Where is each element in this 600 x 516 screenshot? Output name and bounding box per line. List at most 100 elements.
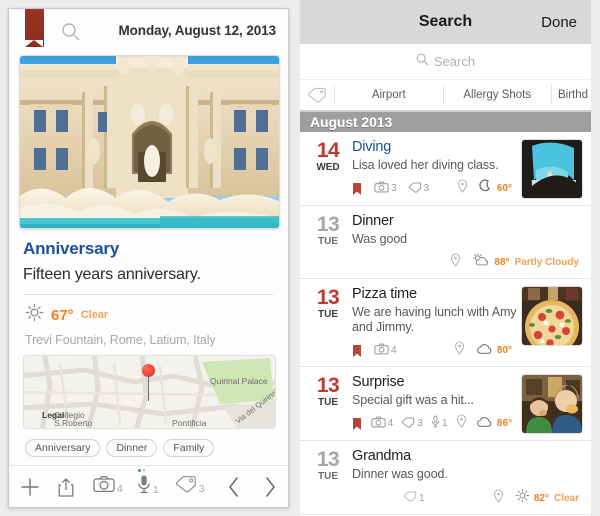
entry-content: Diving Lisa loved her diving class. 3 3 … (352, 139, 521, 199)
tag-count: 3 (198, 483, 205, 495)
bookmark-icon (352, 182, 362, 196)
entry-toolbar: 4 1 3 (9, 465, 288, 507)
tag-button[interactable]: 3 (175, 475, 205, 498)
entry-weekday: TUE (318, 471, 338, 482)
entry-title: Grandma (352, 448, 412, 464)
tag-icon (175, 475, 197, 498)
search-icon[interactable] (61, 22, 81, 47)
audio-meta: 1 (431, 415, 448, 433)
entry-date-block: 13 TUE (304, 448, 352, 508)
tag-chip[interactable]: Dinner (106, 439, 158, 457)
tag-icon (300, 87, 334, 103)
sun-icon (515, 488, 530, 508)
entry-meta-row: 1 82° Clear (352, 488, 579, 508)
svg-text:S.Roberto: S.Roberto (54, 418, 93, 428)
sun-icon (25, 303, 44, 327)
hero-photo-wrap (9, 55, 288, 229)
tag-meta: 3 (408, 180, 429, 198)
entry-thumbnail[interactable] (521, 286, 583, 346)
map-pin-icon (450, 253, 461, 272)
entry-meta-row: 3 3 60° (352, 179, 517, 198)
previous-entry-button[interactable] (226, 475, 242, 499)
entry-note: Special gift was a hit... (352, 393, 474, 407)
navigation-bar: Search Done (300, 0, 591, 44)
partly-cloudy-icon (472, 253, 490, 272)
share-button[interactable] (57, 477, 75, 497)
entry-weekday: TUE (318, 309, 338, 320)
entry-meta-row: 4 80° (352, 341, 517, 360)
entry-header: Monday, August 12, 2013 (9, 9, 288, 55)
tag-meta: 3 (401, 415, 423, 433)
done-button[interactable]: Done (541, 14, 577, 31)
camera-count: 4 (391, 345, 397, 356)
search-icon (416, 53, 429, 71)
entry-body: Anniversary Fifteen years anniversary. 6… (9, 229, 288, 457)
hero-photo[interactable] (19, 55, 280, 229)
search-result-row[interactable]: 13 TUE Dinner Was good 88° Partly Cloudy (300, 206, 591, 279)
entry-day: 13 (316, 374, 340, 397)
ribbon-bookmark-icon[interactable] (25, 9, 44, 47)
entry-content: Dinner Was good 88° Partly Cloudy (352, 213, 583, 272)
map-pin-icon (457, 179, 468, 198)
map-pin-icon (454, 341, 465, 360)
search-result-row[interactable]: 14 WED Diving Lisa loved her diving clas… (300, 132, 591, 206)
entry-content: Grandma Dinner was good. 1 82° Clear (352, 448, 583, 508)
tag-count: 1 (419, 492, 425, 504)
tag-tab-birthday[interactable]: Birthd (551, 85, 591, 105)
entry-condition: Partly Cloudy (514, 257, 579, 268)
camera-icon (93, 475, 115, 498)
bookmark-icon (352, 344, 362, 358)
entry-note: Was good (352, 232, 408, 246)
search-result-row[interactable]: 13 TUE Pizza time We are having lunch wi… (300, 279, 591, 367)
search-panel: Search Done Search Airport Allergy Shots (300, 0, 591, 516)
entry-content: Surprise Special gift was a hit... 4 3 1… (352, 374, 521, 434)
audio-button[interactable]: 1 (137, 469, 159, 499)
tag-tab-airport[interactable]: Airport (334, 85, 443, 105)
entry-temperature: 67° (51, 306, 74, 324)
camera-meta: 4 (374, 342, 397, 360)
entry-title: Anniversary (23, 239, 120, 258)
map-pin-icon (142, 364, 155, 401)
entry-weekday: TUE (318, 397, 338, 408)
entry-title: Diving (352, 139, 392, 155)
entry-date-block: 13 TUE (304, 374, 352, 434)
entry-temperature: 88° (494, 257, 510, 268)
month-section-header: August 2013 (300, 112, 591, 132)
entry-content: Pizza time We are having lunch with Amy … (352, 286, 521, 360)
camera-icon (374, 342, 389, 360)
tag-icon (401, 415, 415, 433)
next-entry-button[interactable] (262, 475, 278, 499)
tag-count: 3 (417, 418, 423, 429)
search-field[interactable]: Search (300, 44, 591, 80)
entry-meta-row: 4 3 1 86° (352, 414, 517, 433)
search-result-row[interactable]: 13 TUE Surprise Special gift was a hit..… (300, 367, 591, 441)
entry-weekday: WED (316, 162, 340, 173)
entry-temperature: 82° (533, 492, 549, 504)
microphone-icon (431, 415, 440, 433)
svg-text:Quirinal Palace: Quirinal Palace (210, 376, 268, 386)
entry-temperature: 86° (496, 418, 513, 429)
add-button[interactable] (19, 476, 41, 498)
entry-tag-list: Anniversary Dinner Family (23, 429, 274, 457)
cloud-icon (476, 415, 493, 433)
entry-thumbnail[interactable] (521, 139, 583, 199)
location-map[interactable]: Legal Collegio S.Roberto Pontificia Quir… (23, 355, 276, 429)
camera-count: 4 (117, 483, 123, 495)
entry-day: 13 (316, 213, 340, 236)
entry-date-block: 14 WED (304, 139, 352, 199)
entry-title: Pizza time (352, 286, 417, 302)
entry-temperature: 80° (496, 345, 512, 356)
camera-button[interactable]: 4 (93, 475, 123, 498)
tag-icon (408, 180, 422, 198)
audio-count: 1 (442, 418, 448, 429)
entry-condition: Clear (553, 492, 579, 504)
journal-entry-panel: Monday, August 12, 2013 Anniversary Fift… (8, 8, 289, 508)
search-placeholder: Search (433, 54, 476, 69)
search-result-row[interactable]: 13 TUE Grandma Dinner was good. 1 82° Cl… (300, 441, 591, 515)
entry-thumbnail[interactable] (521, 374, 583, 434)
tag-tab-allergy-shots[interactable]: Allergy Shots (442, 85, 552, 105)
recording-dots-icon (137, 469, 145, 472)
tag-meta: 1 (403, 489, 425, 507)
tag-chip[interactable]: Anniversary (25, 439, 101, 457)
tag-chip[interactable]: Family (163, 439, 215, 457)
